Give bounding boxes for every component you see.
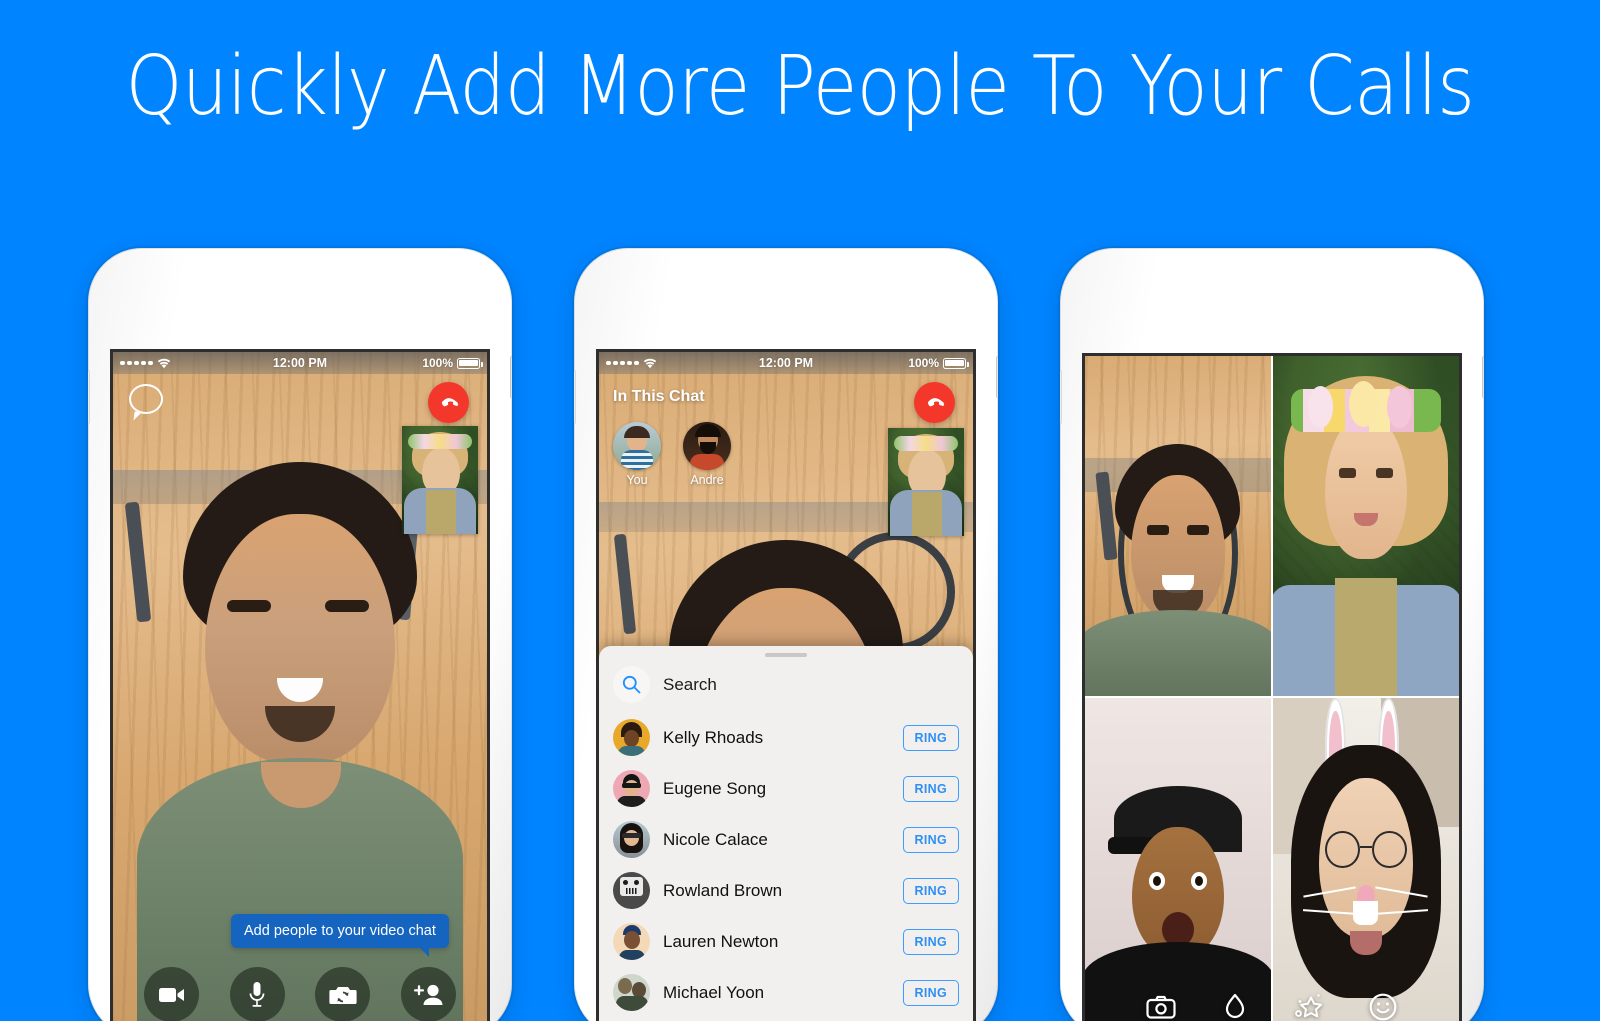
camera-button[interactable] (1144, 990, 1178, 1021)
contact-name: Lauren Newton (663, 931, 779, 951)
participant-video (1273, 370, 1459, 696)
participant-video (1288, 698, 1444, 1021)
phone-3-screen (1085, 356, 1459, 1021)
avatar (613, 770, 650, 807)
volume-button[interactable] (574, 370, 576, 424)
battery-percent-label: 100% (422, 356, 454, 370)
status-bar-time: 12:00 PM (272, 356, 328, 370)
search-input[interactable]: Search (663, 675, 717, 695)
search-row[interactable]: Search (599, 657, 973, 712)
contact-name: Nicole Calace (663, 829, 768, 849)
signal-strength-icon (606, 360, 639, 366)
phone-2-frame: 12:00 PM 100% In This Chat You Andre Sea… (574, 248, 998, 1021)
phone-3-frame (1060, 248, 1484, 1021)
status-bar: 12:00 PM 100% (113, 352, 487, 374)
in-this-chat-participants: You Andre (613, 422, 731, 487)
masks-button[interactable] (1366, 990, 1400, 1021)
call-controls (113, 967, 487, 1021)
effects-button[interactable] (1292, 990, 1326, 1021)
avatar (613, 872, 650, 909)
self-video-thumbnail[interactable] (888, 428, 964, 536)
water-drop-icon (1225, 993, 1245, 1019)
battery-icon (943, 357, 970, 369)
microphone-button[interactable] (229, 967, 285, 1021)
contact-name: Eugene Song (663, 778, 767, 798)
participant-you[interactable]: You (613, 422, 661, 487)
group-video-grid (1085, 356, 1459, 1021)
add-people-sheet: Search Kelly Rhoads RING Eugene Song RIN… (599, 646, 973, 1021)
contact-name: Kelly Rhoads (663, 727, 764, 747)
flip-camera-button[interactable] (315, 967, 371, 1021)
wifi-icon (643, 358, 656, 368)
contact-name: Rowland Brown (663, 880, 783, 900)
power-button[interactable] (510, 356, 512, 398)
contact-name: Michael Yoon (663, 982, 765, 1002)
battery-icon (457, 357, 484, 369)
participant-video (1085, 786, 1271, 1021)
phone-1-screen: 12:00 PM 100% Add people to your video c… (113, 352, 487, 1021)
avatar (613, 974, 650, 1011)
ring-button[interactable]: RING (902, 877, 959, 904)
effects-toolbar (1085, 990, 1459, 1021)
video-camera-icon (158, 987, 184, 1002)
in-this-chat-title: In This Chat (613, 388, 705, 405)
wifi-icon (157, 358, 170, 368)
end-call-icon (441, 397, 458, 406)
phone-2-screen: 12:00 PM 100% In This Chat You Andre Sea… (599, 352, 973, 1021)
sparkle-star-icon (1295, 994, 1322, 1018)
add-person-icon (414, 984, 443, 1005)
self-video-thumbnail[interactable] (402, 426, 478, 534)
flip-camera-icon (329, 986, 357, 1004)
phone-1-frame: 12:00 PM 100% Add people to your video c… (88, 248, 512, 1021)
end-call-button[interactable] (914, 382, 955, 423)
participant-tile[interactable] (1273, 698, 1459, 1021)
video-camera-button[interactable] (144, 967, 200, 1021)
speech-bubble-icon[interactable] (129, 384, 163, 414)
camera-icon (1146, 995, 1176, 1019)
list-item[interactable]: Eugene Song RING (599, 763, 973, 814)
search-icon-container (613, 666, 650, 703)
end-call-button[interactable] (428, 382, 469, 423)
power-button[interactable] (1482, 356, 1484, 398)
list-item[interactable]: Nicole Calace RING (599, 814, 973, 865)
participant-name: You (626, 473, 648, 487)
list-item[interactable]: Lauren Newton RING (599, 916, 973, 967)
smiley-face-icon (1369, 993, 1397, 1021)
ring-button[interactable]: RING (902, 928, 959, 955)
power-button[interactable] (996, 356, 998, 398)
status-bar-time: 12:00 PM (758, 356, 814, 370)
avatar (613, 923, 650, 960)
ring-button[interactable]: RING (902, 724, 959, 751)
search-icon (622, 675, 641, 694)
volume-button[interactable] (1060, 370, 1062, 424)
participant-tile[interactable] (1273, 356, 1459, 696)
add-people-tooltip: Add people to your video chat (231, 914, 449, 957)
avatar (613, 422, 661, 470)
list-item[interactable]: Michael Yoon RING (599, 967, 973, 1018)
signal-strength-icon (120, 360, 153, 366)
list-item[interactable]: Kelly Rhoads RING (599, 712, 973, 763)
ring-button[interactable]: RING (902, 775, 959, 802)
participant-name: Andre (690, 473, 724, 487)
participant-tile[interactable] (1085, 356, 1271, 696)
ring-button[interactable]: RING (902, 979, 959, 1006)
participant-video (1085, 444, 1271, 696)
status-bar: 12:00 PM 100% (599, 352, 973, 374)
list-item[interactable]: Rowland Brown RING (599, 865, 973, 916)
contact-list: Kelly Rhoads RING Eugene Song RING Nicol… (599, 712, 973, 1018)
volume-button[interactable] (88, 370, 90, 424)
add-person-button[interactable] (400, 967, 456, 1021)
avatar (613, 719, 650, 756)
ring-button[interactable]: RING (902, 826, 959, 853)
avatar (683, 422, 731, 470)
participant-andre[interactable]: Andre (683, 422, 731, 487)
avatar (613, 821, 650, 858)
battery-percent-label: 100% (908, 356, 940, 370)
filters-button[interactable] (1218, 990, 1252, 1021)
microphone-icon (249, 981, 265, 1007)
participant-tile[interactable] (1085, 698, 1271, 1021)
end-call-icon (927, 397, 944, 406)
page-title: Quickly Add More People To Your Calls (125, 39, 1475, 134)
